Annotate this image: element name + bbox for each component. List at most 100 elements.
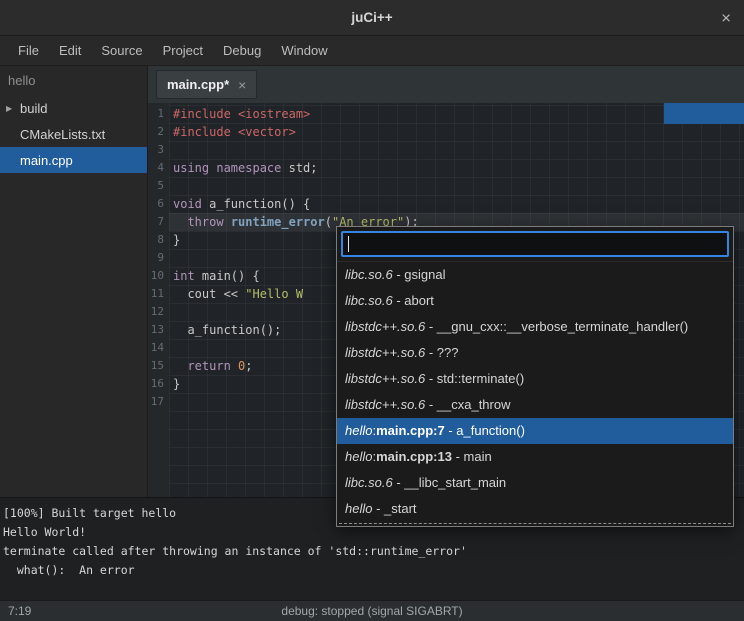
- popup-item[interactable]: libc.so.6 - abort: [337, 288, 733, 314]
- frame-label-segment: - ???: [425, 345, 458, 360]
- line-number: 10: [148, 267, 169, 285]
- tree-item-label: main.cpp: [20, 153, 73, 168]
- line-number: 15: [148, 357, 169, 375]
- code-token: void: [173, 197, 202, 211]
- sidebar-item-main-cpp[interactable]: main.cpp: [0, 147, 147, 173]
- code-token: a_function();: [173, 323, 281, 337]
- line-number: 14: [148, 339, 169, 357]
- line-number: 5: [148, 177, 169, 195]
- file-tree: ▶buildCMakeLists.txt main.cpp: [0, 95, 147, 173]
- code-line: [169, 141, 744, 159]
- tabbar: main.cpp* ×: [148, 66, 744, 103]
- frame-label-segment: hello: [345, 449, 372, 464]
- code-token: (: [325, 215, 332, 229]
- scrollbar-indicator[interactable]: [664, 103, 744, 124]
- frame-search-input[interactable]: [341, 231, 729, 257]
- statusbar: 7:19 debug: stopped (signal SIGABRT): [0, 600, 744, 621]
- line-number: 1: [148, 105, 169, 123]
- menu-item-debug[interactable]: Debug: [213, 36, 271, 65]
- menu-item-file[interactable]: File: [8, 36, 49, 65]
- line-number: 13: [148, 321, 169, 339]
- code-token: ;: [245, 359, 252, 373]
- frame-label-segment: hello: [345, 423, 372, 438]
- close-button[interactable]: ×: [721, 9, 731, 26]
- code-token: cout <<: [173, 287, 245, 301]
- line-number: 6: [148, 195, 169, 213]
- code-token: [224, 215, 231, 229]
- frame-label-segment: - __cxa_throw: [425, 397, 510, 412]
- window-title: juCi++: [351, 10, 392, 25]
- sidebar-item-build[interactable]: ▶build: [0, 95, 147, 121]
- titlebar: juCi++ ×: [0, 0, 744, 36]
- project-name[interactable]: hello: [0, 66, 147, 95]
- text-caret: [348, 236, 349, 252]
- frame-label-segment: - __libc_start_main: [393, 475, 506, 490]
- code-line: void a_function() {: [169, 195, 744, 213]
- code-line: #include <vector>: [169, 123, 744, 141]
- code-token: #include <vector>: [173, 125, 296, 139]
- code-token: main() {: [195, 269, 260, 283]
- cursor-position: 7:19: [8, 601, 31, 621]
- popup-item[interactable]: hello - _start: [337, 496, 733, 522]
- frame-label-segment: - a_function(): [445, 423, 525, 438]
- menu-item-source[interactable]: Source: [91, 36, 152, 65]
- code-line: #include <iostream>: [169, 105, 744, 123]
- code-line: [169, 177, 744, 195]
- sidebar-item-cmakelists-txt[interactable]: CMakeLists.txt: [0, 121, 147, 147]
- frame-label-segment: libstdc++.so.6: [345, 345, 425, 360]
- editor-line: 1#include <iostream>: [148, 105, 744, 123]
- file-tree-panel: hello ▶buildCMakeLists.txt main.cpp: [0, 66, 148, 497]
- tab-main-cpp[interactable]: main.cpp* ×: [156, 70, 257, 99]
- code-token: }: [173, 377, 180, 391]
- code-token: throw: [187, 215, 223, 229]
- popup-list: libc.so.6 - gsignallibc.so.6 - abortlibs…: [337, 261, 733, 522]
- frame-label-segment: hello: [345, 501, 372, 516]
- code-token: int: [173, 269, 195, 283]
- stack-frame-popup: libc.so.6 - gsignallibc.so.6 - abortlibs…: [336, 226, 734, 527]
- line-number: 7: [148, 213, 169, 231]
- frame-label-segment: - _start: [372, 501, 416, 516]
- frame-label-segment: main.cpp:13: [376, 449, 452, 464]
- console-line: terminate called after throwing an insta…: [3, 542, 741, 561]
- popup-item[interactable]: libstdc++.so.6 - std::terminate(): [337, 366, 733, 392]
- tab-label: main.cpp*: [167, 77, 229, 92]
- line-number: 12: [148, 303, 169, 321]
- code-token: using namespace: [173, 161, 281, 175]
- code-token: [173, 215, 187, 229]
- menubar: FileEditSourceProjectDebugWindow: [0, 36, 744, 66]
- line-number: 11: [148, 285, 169, 303]
- popup-item[interactable]: libstdc++.so.6 - __cxa_throw: [337, 392, 733, 418]
- frame-label-segment: - main: [452, 449, 492, 464]
- line-number: 3: [148, 141, 169, 159]
- line-number: 9: [148, 249, 169, 267]
- frame-label-segment: - __gnu_cxx::__verbose_terminate_handler…: [425, 319, 688, 334]
- editor-line: 5: [148, 177, 744, 195]
- line-number: 8: [148, 231, 169, 249]
- popup-item[interactable]: hello:main.cpp:13 - main: [337, 444, 733, 470]
- code-token: [231, 359, 238, 373]
- expander-arrow-icon[interactable]: ▶: [6, 104, 20, 113]
- frame-label-segment: libc.so.6: [345, 293, 393, 308]
- popup-item[interactable]: libc.so.6 - gsignal: [337, 262, 733, 288]
- code-token: a_function() {: [202, 197, 310, 211]
- popup-item[interactable]: libstdc++.so.6 - ???: [337, 340, 733, 366]
- debug-status: debug: stopped (signal SIGABRT): [0, 601, 744, 621]
- menu-item-edit[interactable]: Edit: [49, 36, 91, 65]
- menu-item-project[interactable]: Project: [153, 36, 213, 65]
- editor-line: 3: [148, 141, 744, 159]
- editor-line: 4using namespace std;: [148, 159, 744, 177]
- popup-item[interactable]: libc.so.6 - __libc_start_main: [337, 470, 733, 496]
- code-token: return: [187, 359, 230, 373]
- frame-label-segment: - gsignal: [393, 267, 446, 282]
- editor-line: 6void a_function() {: [148, 195, 744, 213]
- frame-label-segment: - std::terminate(): [425, 371, 524, 386]
- line-number: 17: [148, 393, 169, 411]
- tab-close-icon[interactable]: ×: [238, 78, 246, 92]
- frame-label-segment: libc.so.6: [345, 267, 393, 282]
- popup-item[interactable]: hello:main.cpp:7 - a_function(): [337, 418, 733, 444]
- line-number: 4: [148, 159, 169, 177]
- line-number: 2: [148, 123, 169, 141]
- popup-item[interactable]: libstdc++.so.6 - __gnu_cxx::__verbose_te…: [337, 314, 733, 340]
- console-line: what(): An error: [3, 561, 741, 580]
- menu-item-window[interactable]: Window: [271, 36, 337, 65]
